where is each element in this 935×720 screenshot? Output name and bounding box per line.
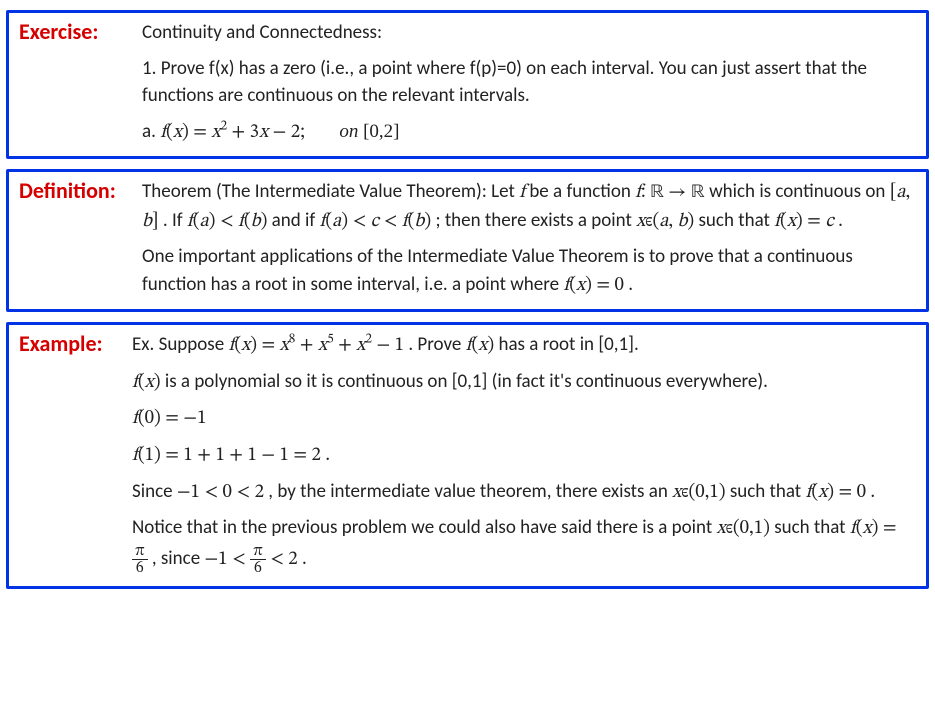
definition-box: Definition: Theorem (The Intermediate Va… — [6, 169, 929, 312]
example-statement: Ex. Suppose f(x) = x8 + x5 + x2 − 1 . Pr… — [132, 331, 916, 360]
item-a-function: f(x) = x2 + 3x − 2; — [160, 123, 309, 142]
example-fn: f(x) = x8 + x5 + x2 − 1 — [228, 336, 404, 355]
definition-label: Definition: — [19, 178, 134, 204]
ivt-point: xϵ(a, b) — [636, 212, 694, 231]
exercise-title: Continuity and Connectedness: — [142, 19, 916, 47]
example-conclusion: Since −1 < 0 < 2 , by the intermediate v… — [132, 478, 916, 507]
example-box: Example: Ex. Suppose f(x) = x8 + x5 + x2… — [6, 322, 929, 589]
pi-over-6-b: π6 — [250, 543, 266, 576]
example-f0: f(0) = −1 — [132, 404, 916, 433]
definition-body: Theorem (The Intermediate Value Theorem)… — [142, 178, 916, 299]
ivt-eq: f(x) = c — [774, 212, 834, 231]
exercise-label: Exercise: — [19, 19, 134, 45]
exercise-item-a: a. f(x) = x2 + 3x − 2; on [0,2] — [142, 118, 916, 147]
example-body: Ex. Suppose f(x) = x8 + x5 + x2 − 1 . Pr… — [132, 331, 916, 576]
item-a-prefix: a. — [142, 120, 160, 143]
ivt-f: f — [519, 183, 525, 202]
example-label: Example: — [19, 331, 124, 357]
item-a-interval: on [0,2] — [339, 121, 399, 142]
example-f1: f(1) = 1 + 1 + 1 − 1 = 2 . — [132, 441, 916, 470]
ivt-theorem-statement: Theorem (The Intermediate Value Theorem)… — [142, 178, 916, 235]
ivt-application: One important applications of the Interm… — [142, 243, 916, 299]
ivt-root-eq: f(x) = 0 — [563, 276, 624, 295]
pi-over-6: π6 — [132, 543, 148, 576]
example-continuous: f(x) is a polynomial so it is continuous… — [132, 368, 916, 397]
example-remark: Notice that in the previous problem we c… — [132, 514, 916, 576]
ivt-ineq1: f(a) < f(b) — [187, 212, 268, 231]
exercise-item-1: 1. Prove f(x) has a zero (i.e., a point … — [142, 55, 916, 110]
ivt-ineq2: f(a) < c < f(b) — [320, 212, 432, 231]
ivt-map: f: ℝ → ℝ — [635, 183, 705, 202]
example-fx: f(x) — [466, 336, 495, 355]
exercise-box: Exercise: Continuity and Connectedness: … — [6, 10, 929, 159]
exercise-body: Continuity and Connectedness: 1. Prove f… — [142, 19, 916, 146]
document-page: Exercise: Continuity and Connectedness: … — [0, 0, 935, 609]
